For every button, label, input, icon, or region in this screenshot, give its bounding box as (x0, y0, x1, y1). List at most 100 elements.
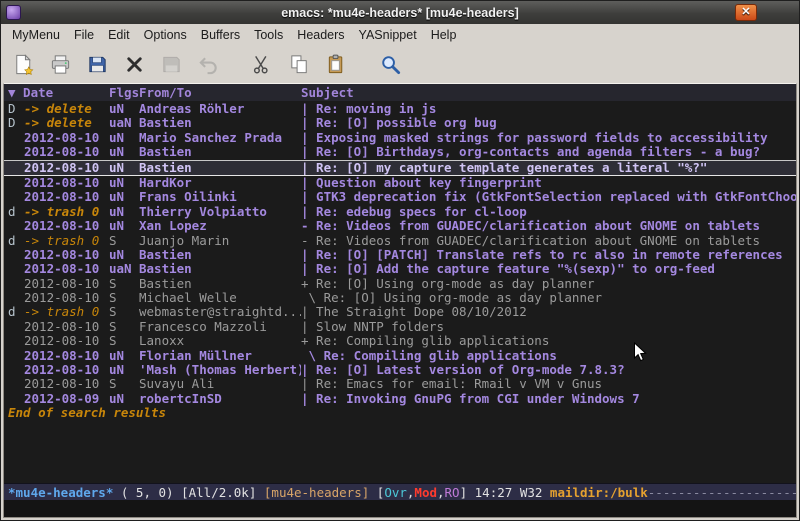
close-buffer-icon (123, 53, 146, 76)
message-row[interactable]: 2012-08-10uNFlorian Müllner \ Re: Compil… (4, 349, 796, 363)
from-cell: Thierry Volpiatto (139, 205, 301, 219)
save-button[interactable] (84, 51, 111, 78)
message-row[interactable]: 2012-08-10uNBastien| Re: [O] [PATCH] Tra… (4, 248, 796, 262)
message-row[interactable]: D-> deleteuNAndreas Röhler| Re: moving i… (4, 102, 796, 116)
modeline-status-open: [ (377, 485, 385, 500)
date-cell: -> delete (24, 102, 109, 116)
menu-mymenu[interactable]: MyMenu (5, 26, 67, 44)
title-bar[interactable]: emacs: *mu4e-headers* [mu4e-headers] ✕ (1, 1, 799, 24)
flags-cell: S (109, 291, 139, 305)
end-of-results-text: End of search results (4, 406, 796, 420)
menu-file[interactable]: File (67, 26, 101, 44)
flags-cell: uN (109, 131, 139, 145)
menu-yasnippet[interactable]: YASnippet (352, 26, 424, 44)
copy-icon (288, 53, 311, 76)
message-row[interactable]: 2012-08-10SLanoxx+ Re: Compiling glib ap… (4, 334, 796, 348)
message-row[interactable]: 2012-08-10uNFrans Oilinki| GTK3 deprecat… (4, 190, 796, 204)
from-cell: Bastien (139, 248, 301, 262)
from-cell: 'Mash (Thomas Herbert) (139, 363, 301, 377)
subject-cell: - Re: Videos from GUADEC/clarification a… (301, 234, 796, 248)
modeline-time: 14:27 (475, 485, 520, 500)
subject-cell: | Re: edebug specs for cl-loop (301, 205, 796, 219)
menu-help[interactable]: Help (424, 26, 464, 44)
subject-cell: + Re: Compiling glib applications (301, 334, 796, 348)
modeline-status-ovr: Ovr (384, 485, 407, 500)
search-button[interactable] (377, 51, 404, 78)
message-row[interactable]: 2012-08-10uNBastien| Re: [O] Birthdays, … (4, 145, 796, 159)
column-header-flags[interactable]: Flgs (109, 85, 139, 100)
minibuffer[interactable] (4, 500, 796, 517)
message-row[interactable]: 2012-08-10uNBastien| Re: [O] my capture … (4, 160, 796, 176)
mode-line[interactable]: *mu4e-headers* ( 5, 0) [All/2.0k] [mu4e-… (4, 483, 796, 500)
from-cell: Bastien (139, 116, 301, 130)
modeline-size: [All/2.0k] (181, 485, 264, 500)
mark-cell: d (8, 305, 24, 319)
modeline-filler: ----------------------------------------… (648, 485, 796, 500)
from-cell: Florian Müllner (139, 349, 301, 363)
subject-cell: | Exposing masked strings for password f… (301, 131, 796, 145)
message-row[interactable]: 2012-08-10uaNBastien| Re: [O] Add the ca… (4, 262, 796, 276)
close-button[interactable]: ✕ (735, 4, 757, 21)
flags-cell: uN (109, 102, 139, 116)
message-row[interactable]: D-> deleteuaNBastien| Re: [O] possible o… (4, 116, 796, 130)
flags-cell: uaN (109, 262, 139, 276)
menu-tools[interactable]: Tools (247, 26, 290, 44)
flags-cell: uN (109, 161, 139, 175)
message-row[interactable]: 2012-08-10uN'Mash (Thomas Herbert)| Re: … (4, 363, 796, 377)
modeline-status-mod: Mod (414, 485, 437, 500)
close-buffer-button[interactable] (121, 51, 148, 78)
menu-buffers[interactable]: Buffers (194, 26, 247, 44)
message-row[interactable]: d-> trash 0uNThierry Volpiatto| Re: edeb… (4, 205, 796, 219)
modeline-status-sep1: , (407, 485, 415, 500)
copy-button[interactable] (286, 51, 313, 78)
from-cell: Bastien (139, 262, 301, 276)
subject-cell: \ Re: Compiling glib applications (301, 349, 796, 363)
new-file-button[interactable] (10, 51, 37, 78)
flags-cell: uaN (109, 116, 139, 130)
date-cell: -> trash 0 (24, 205, 109, 219)
paste-button[interactable] (323, 51, 350, 78)
modeline-status-sep2: , (437, 485, 445, 500)
message-row[interactable]: 2012-08-10uNMario Sanchez Prada| Exposin… (4, 131, 796, 145)
message-row[interactable]: 2012-08-09uNrobertcInSD| Re: Invoking Gn… (4, 392, 796, 406)
menu-headers[interactable]: Headers (290, 26, 351, 44)
menu-options[interactable]: Options (137, 26, 194, 44)
from-cell: Lanoxx (139, 334, 301, 348)
subject-cell: \ Re: [O] Using org-mode as day planner (301, 291, 796, 305)
date-cell: 2012-08-10 (24, 363, 109, 377)
message-row[interactable]: d-> trash 0Swebmaster@straightd...| The … (4, 305, 796, 319)
message-row[interactable]: 2012-08-10SMichael Welle \ Re: [O] Using… (4, 291, 796, 305)
message-row[interactable]: 2012-08-10uNHardKor| Question about key … (4, 176, 796, 190)
date-cell: 2012-08-10 (24, 219, 109, 233)
from-cell: Juanjo Marin (139, 234, 301, 248)
from-cell: Andreas Röhler (139, 102, 301, 116)
mark-cell: D (8, 102, 24, 116)
column-header-date[interactable]: ▼ Date (8, 85, 109, 100)
message-row[interactable]: 2012-08-10SSuvayu Ali| Re: Emacs for ema… (4, 377, 796, 391)
cut-button[interactable] (249, 51, 276, 78)
column-header-subject[interactable]: Subject (301, 85, 354, 100)
flags-cell: S (109, 320, 139, 334)
date-cell: 2012-08-10 (24, 131, 109, 145)
mark-cell (8, 190, 24, 204)
date-cell: 2012-08-10 (24, 248, 109, 262)
message-row[interactable]: 2012-08-10uNXan Lopez- Re: Videos from G… (4, 219, 796, 233)
message-row[interactable]: 2012-08-10SBastien+ Re: [O] Using org-mo… (4, 277, 796, 291)
date-cell: 2012-08-10 (24, 291, 109, 305)
modeline-buffer-name: *mu4e-headers* (8, 485, 113, 500)
column-header-from[interactable]: From/To (139, 85, 301, 100)
save-as-button (158, 51, 185, 78)
date-cell: 2012-08-10 (24, 377, 109, 391)
message-row[interactable]: 2012-08-10SFrancesco Mazzoli| Slow NNTP … (4, 320, 796, 334)
print-button[interactable] (47, 51, 74, 78)
undo-icon (197, 53, 220, 76)
buffer-area: D-> deleteuNAndreas Röhler| Re: moving i… (4, 101, 796, 483)
subject-cell: | Slow NNTP folders (301, 320, 796, 334)
message-row[interactable]: d-> trash 0SJuanjo Marin- Re: Videos fro… (4, 234, 796, 248)
subject-cell: | Re: [O] Latest version of Org-mode 7.8… (301, 363, 796, 377)
menu-edit[interactable]: Edit (101, 26, 137, 44)
modeline-position: ( 5, 0) (113, 485, 181, 500)
flags-cell: S (109, 305, 139, 319)
mark-cell (8, 392, 24, 406)
mark-cell (8, 262, 24, 276)
